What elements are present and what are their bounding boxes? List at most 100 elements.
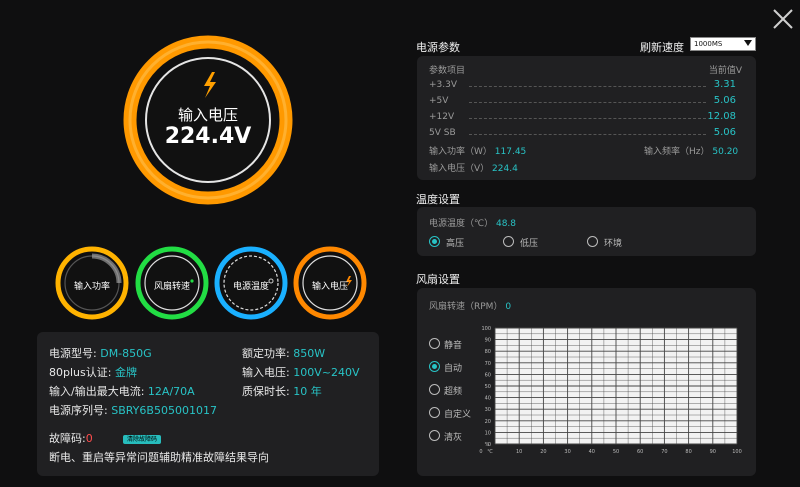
x-tick-label: 100 xyxy=(732,449,742,455)
param-value: 5.06 xyxy=(713,95,736,106)
y-tick-label: 60 xyxy=(485,372,491,378)
serial-value: SBRY6B505001017 xyxy=(111,404,217,417)
fan-panel: 风扇转速（RPM） 0 静音 自动 超频 自定义 清灰 0 10 10 20 20 30 3… xyxy=(417,288,756,476)
col-value-header: 当前值V xyxy=(708,66,742,76)
input-range-label: 输入电压: xyxy=(242,366,290,379)
y-unit-label: % xyxy=(485,442,490,448)
x-tick-label: 40 xyxy=(589,449,595,455)
x-tick-label: 70 xyxy=(661,449,667,455)
param-name: +12V xyxy=(429,112,455,122)
mode-clean-radio[interactable] xyxy=(429,430,440,441)
y-tick-label: 90 xyxy=(485,338,491,344)
temp-value: 48.8 xyxy=(495,219,517,229)
param-value: 12.08 xyxy=(707,111,736,122)
small-gauge-label: 电源温度 xyxy=(232,282,269,292)
current-value: 12A/70A xyxy=(147,385,195,398)
fault-value: 0 xyxy=(85,432,93,445)
close-icon[interactable] xyxy=(770,6,796,32)
warranty-label: 质保时长: xyxy=(242,385,290,398)
psu-info-panel: 电源型号: DM-850G 额定功率: 850W 80plus认证: 金牌 输入… xyxy=(37,332,379,476)
power-label: 输入功率（W） xyxy=(429,147,492,157)
radio-label: 环境 xyxy=(604,239,623,249)
fault-label: 故障码: xyxy=(49,432,86,445)
fault-description: 断电、重启等异常问题辅助精准故障结果导向 xyxy=(49,451,269,464)
model-label: 电源型号: xyxy=(49,347,97,360)
mode-auto-radio[interactable] xyxy=(429,361,440,372)
param-value: 5.06 xyxy=(713,127,736,138)
temp-title: 温度设置 xyxy=(416,193,460,206)
volt-value: 224.4 xyxy=(492,164,518,174)
freq-label: 输入频率（Hz） xyxy=(644,147,710,157)
cert-value: 金牌 xyxy=(114,366,137,379)
x-tick-label: 60 xyxy=(637,449,643,455)
cert-label: 80plus认证: xyxy=(49,366,112,379)
rated-value: 850W xyxy=(293,347,326,360)
chevron-down-icon xyxy=(744,40,752,46)
params-panel: 参数项目 当前值V +3.3V 3.31 +5V 5.06 +12V 12.08… xyxy=(417,56,756,180)
mode-label: 自动 xyxy=(444,364,463,374)
gauge-label: 输入电压 xyxy=(177,106,238,124)
y-tick-label: 50 xyxy=(485,384,491,390)
x-tick-label: 30 xyxy=(564,449,570,455)
row-divider xyxy=(469,118,706,119)
y-tick-label: 100 xyxy=(481,326,491,332)
refresh-label: 刷新速度 xyxy=(640,41,684,54)
radio-high-voltage[interactable] xyxy=(429,236,440,247)
radio-label: 高压 xyxy=(446,239,465,249)
small-gauge-label: 输入功率 xyxy=(73,282,110,292)
fan-curve-grid[interactable]: 0 10 10 20 20 30 30 40 40 50 50 60 60 70 70 80 80 90 90 100… xyxy=(473,318,753,468)
y-tick-label: 70 xyxy=(485,361,491,367)
refresh-rate-value: 1000MS xyxy=(694,40,723,48)
warranty-value: 10 年 xyxy=(293,385,322,398)
x-tick-label: 80 xyxy=(685,449,691,455)
row-divider xyxy=(469,86,706,87)
mode-label: 静音 xyxy=(444,341,463,351)
param-name: 5V SB xyxy=(429,128,456,138)
col-item-header: 参数项目 xyxy=(429,66,466,76)
temp-panel: 电源温度（℃） 48.8 高压 低压 环境 xyxy=(417,207,756,256)
mode-label: 超频 xyxy=(444,387,463,397)
x-tick-label: 10 xyxy=(516,449,522,455)
mode-custom-radio[interactable] xyxy=(429,407,440,418)
small-gauge-label: 输入电压 xyxy=(311,282,348,292)
y-tick-label: 10 xyxy=(485,430,491,436)
radio-low-voltage[interactable] xyxy=(503,236,514,247)
volt-label: 输入电压（V） xyxy=(429,164,490,174)
y-tick-label: 20 xyxy=(485,419,491,425)
rated-label: 额定功率: xyxy=(242,347,290,360)
y-tick-label: 30 xyxy=(485,407,491,413)
mode-silent-radio[interactable] xyxy=(429,338,440,349)
small-gauge-label: 风扇转速 xyxy=(153,282,190,292)
y-tick-label: 40 xyxy=(485,396,491,402)
power-value: 117.45 xyxy=(494,147,527,157)
fan-label: 风扇转速（RPM） xyxy=(429,302,503,312)
x-tick-label: 90 xyxy=(710,449,716,455)
x-tick-label: 20 xyxy=(540,449,546,455)
x-unit-label: ℃ xyxy=(487,449,493,455)
clear-fault-button[interactable]: 清除故障码 xyxy=(123,435,162,444)
mode-turbo-radio[interactable] xyxy=(429,384,440,395)
temp-label: 电源温度（℃） xyxy=(429,219,494,229)
freq-value: 50.20 xyxy=(712,147,739,157)
radio-label: 低压 xyxy=(520,239,539,249)
x-tick-label: 0 xyxy=(479,449,482,455)
params-title: 电源参数 xyxy=(416,41,460,54)
refresh-rate-select[interactable]: 1000MS xyxy=(690,37,756,51)
row-divider xyxy=(469,102,706,103)
fan-value: 0 xyxy=(505,302,512,312)
gauge-value: 224.4V xyxy=(164,124,252,149)
mode-label: 清灰 xyxy=(444,433,463,443)
fan-title: 风扇设置 xyxy=(416,273,460,286)
param-name: +3.3V xyxy=(429,80,458,90)
y-tick-label: 80 xyxy=(485,349,491,355)
param-name: +5V xyxy=(429,96,449,106)
serial-label: 电源序列号: xyxy=(49,404,108,417)
x-tick-label: 50 xyxy=(613,449,619,455)
param-value: 3.31 xyxy=(713,79,736,90)
radio-ambient[interactable] xyxy=(587,236,598,247)
input-range-value: 100V~240V xyxy=(293,366,360,379)
current-label: 输入/输出最大电流: xyxy=(49,385,145,398)
mode-label: 自定义 xyxy=(444,410,472,420)
model-value: DM-850G xyxy=(100,347,152,360)
row-divider xyxy=(469,134,706,135)
